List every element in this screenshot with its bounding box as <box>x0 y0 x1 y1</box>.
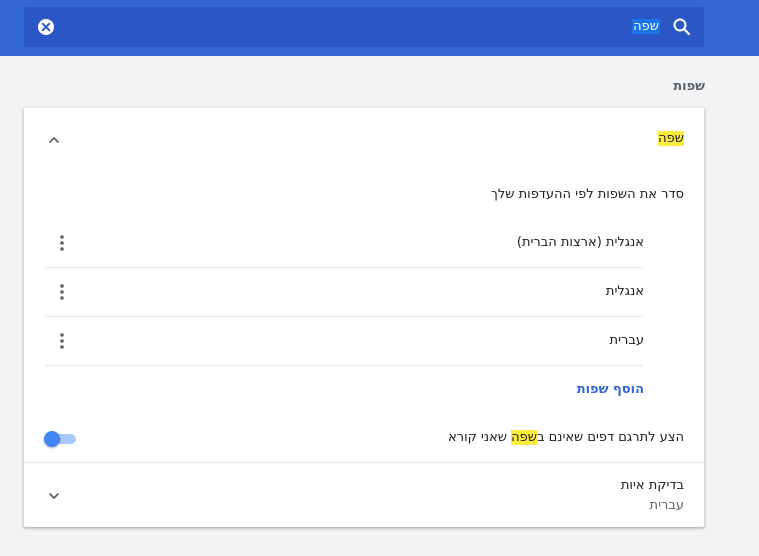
more-vert-icon[interactable] <box>56 331 68 351</box>
language-row: אנגלית <box>44 268 644 317</box>
language-order-heading: סדר את השפות לפי ההעדפות שלך <box>490 187 684 202</box>
top-bar: שפה <box>0 0 759 56</box>
offer-translate-label: הצע לתרגם דפים שאינם בשפה שאני קורא <box>448 430 684 445</box>
language-row: עברית <box>44 317 644 366</box>
more-vert-icon[interactable] <box>56 233 68 253</box>
toggle-knob <box>44 431 60 447</box>
add-languages-button[interactable]: הוסף שפות <box>577 382 644 397</box>
offer-translate-toggle[interactable] <box>44 431 76 447</box>
languages-header-label: שפה <box>658 131 684 146</box>
more-vert-icon[interactable] <box>56 282 68 302</box>
spellcheck-language: עברית <box>649 498 684 513</box>
search-query: שפה <box>632 19 660 34</box>
language-row: אנגלית (ארצות הברית) <box>44 219 644 268</box>
search-input[interactable]: שפה <box>632 18 660 36</box>
chevron-down-icon[interactable] <box>46 488 62 504</box>
search-icon[interactable] <box>672 17 692 37</box>
chevron-up-icon[interactable] <box>46 132 62 148</box>
language-name: אנגלית (ארצות הברית) <box>516 235 644 250</box>
offer-translate-row[interactable]: הצע לתרגם דפים שאינם בשפה שאני קורא <box>24 414 704 463</box>
search-box[interactable]: שפה <box>24 7 704 47</box>
language-name: אנגלית <box>605 284 644 299</box>
languages-card: שפה סדר את השפות לפי ההעדפות שלך אנגלית … <box>24 108 704 527</box>
spellcheck-title: בדיקת איות <box>620 478 684 493</box>
section-title: שפות <box>673 79 705 94</box>
clear-search-icon[interactable] <box>37 18 55 36</box>
language-name: עברית <box>609 333 644 348</box>
